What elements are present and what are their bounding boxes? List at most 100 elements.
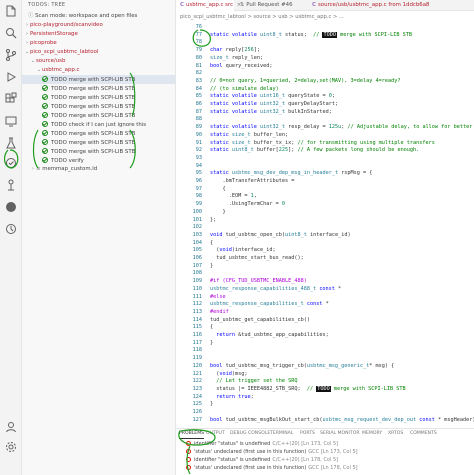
code-line[interactable]: { bbox=[210, 240, 213, 246]
testing-icon[interactable] bbox=[4, 136, 18, 150]
code-line[interactable]: } bbox=[210, 340, 213, 346]
code-line[interactable]: static volatile uint16_t queryState = 0; bbox=[210, 93, 335, 99]
timeline-icon[interactable] bbox=[4, 222, 18, 236]
extensions-icon[interactable] bbox=[4, 92, 18, 106]
todo-item[interactable]: TODO check if I can just ignore this bbox=[22, 120, 175, 129]
todo-item[interactable]: TODO verify bbox=[22, 156, 175, 165]
code-line[interactable]: static volatile uint8_t status; // TODO … bbox=[210, 31, 412, 38]
tree-item-file[interactable]: ⌄usbtmc_app.c bbox=[22, 66, 175, 75]
code-area[interactable]: 76 77 static volatile uint8_t status; // T… bbox=[176, 24, 474, 428]
error-icon bbox=[186, 457, 191, 462]
line-number: 77 bbox=[195, 31, 202, 38]
code-line[interactable]: .bmTransferAttributes = bbox=[210, 178, 294, 184]
line-number: 118 bbox=[192, 347, 202, 354]
code-line[interactable]: static volatile uint32_t resp_delay = 12… bbox=[210, 124, 474, 130]
branch-icon[interactable] bbox=[4, 178, 18, 192]
tab-ports[interactable]: PORTS bbox=[300, 429, 315, 439]
source-control-icon[interactable] bbox=[4, 48, 18, 62]
code-line[interactable]: } bbox=[210, 401, 213, 407]
code-line[interactable]: static volatile uint32_t queryDelayStart… bbox=[210, 101, 338, 107]
code-line[interactable]: (void)msg; bbox=[210, 371, 247, 377]
problem-item[interactable]: identifier "status" is undefined C/C++(20… bbox=[186, 456, 338, 464]
problem-item[interactable]: identifier "status" is undefined C/C++(20… bbox=[186, 440, 338, 448]
problem-item[interactable]: 'status' undeclared (first use in this f… bbox=[186, 448, 358, 456]
code-line[interactable]: static uint8_t buffer[225]; // A few pac… bbox=[210, 147, 419, 153]
code-line[interactable]: return true; bbox=[210, 394, 254, 400]
tab-problems[interactable]: PROBLEMS bbox=[179, 429, 205, 439]
breadcrumb[interactable]: pico_scpi_usbtmc_labtool > source > usb … bbox=[176, 12, 344, 22]
code-line[interactable]: // (to simulate delay) bbox=[210, 86, 279, 92]
code-line[interactable]: static size_t buffer_tx_ix; // for trans… bbox=[210, 140, 435, 146]
tree-item-folder[interactable]: › PersistentStorage bbox=[22, 30, 175, 39]
todo-tree-icon[interactable] bbox=[4, 156, 18, 170]
tree-item-folder[interactable]: ⌄pico_scpi_usbtmc_labtool bbox=[22, 48, 175, 57]
code-line[interactable]: size_t reply_len; bbox=[210, 55, 263, 61]
todo-tree-sidebar: TODOS: TREE ⓘ Scan mode: workspace and o… bbox=[22, 0, 176, 475]
code-line[interactable]: tud_usbtmc_start_bus_read(); bbox=[210, 255, 303, 261]
todo-item[interactable]: TODO merge with SCPI-LIB STB bbox=[22, 147, 175, 156]
accounts-icon[interactable] bbox=[4, 420, 18, 434]
tab-file-diff[interactable]: Csource/usb/usbtmc_app.c from 1ddcb6a8 bbox=[308, 0, 474, 11]
tab-usbtmc-app[interactable]: Cusbtmc_app.c src × bbox=[176, 0, 241, 11]
code-line[interactable]: (void)interface_id; bbox=[210, 247, 275, 253]
code-line[interactable]: void tud_usbtmc_open_cb(uint8_t interfac… bbox=[210, 232, 351, 238]
tree-item-scan-mode[interactable]: ⓘ Scan mode: workspace and open files bbox=[22, 12, 175, 21]
tab-memory[interactable]: MEMORY bbox=[362, 429, 382, 439]
todo-item[interactable]: TODO merge with SCPI-LIB STB bbox=[22, 75, 175, 84]
tree-item-folder[interactable]: › pico-playground/scanvideo bbox=[22, 21, 175, 30]
tab-output[interactable]: OUTPUT bbox=[206, 429, 225, 439]
todo-item[interactable]: TODO merge with SCPI-LIB STB bbox=[22, 111, 175, 120]
tab-xrtos[interactable]: XRTOS bbox=[388, 429, 403, 439]
code-line[interactable]: .EOM = 1, bbox=[210, 193, 257, 199]
code-line[interactable]: // 0=not query, 1=queried, 2=delay,set(M… bbox=[210, 78, 401, 84]
editor-tab-bar: Cusbtmc_app.c src × ⇅ Pull Request #46 C… bbox=[176, 0, 474, 11]
tree-item-file[interactable]: › ≡ memmap_custom.ld bbox=[22, 165, 175, 174]
code-line[interactable]: #else bbox=[210, 294, 226, 300]
code-line[interactable]: char reply[256]; bbox=[210, 47, 260, 53]
tab-pull-request[interactable]: ⇅ Pull Request #46 bbox=[236, 0, 306, 11]
code-line[interactable]: .UsingTermChar = 0 bbox=[210, 201, 285, 207]
tree-item-folder[interactable]: › picoprobe bbox=[22, 39, 175, 48]
code-line[interactable]: return &tud_usbtmc_app_capabilities; bbox=[210, 332, 328, 338]
todo-item[interactable]: TODO merge with SCPI-LIB STB bbox=[22, 129, 175, 138]
search-icon[interactable] bbox=[4, 26, 18, 40]
tab-debug-console[interactable]: DEBUG CONSOLE bbox=[230, 429, 270, 439]
code-line[interactable]: bool query_received; bbox=[210, 63, 272, 69]
tab-comments[interactable]: COMMENTS bbox=[410, 429, 437, 439]
code-line[interactable]: bool tud_usbtmc_msg_trigger_cb(usbtmc_ms… bbox=[210, 363, 394, 369]
tab-serial-monitor[interactable]: SERIAL MONITOR bbox=[320, 429, 360, 439]
explorer-icon[interactable] bbox=[4, 4, 18, 18]
tab-terminal[interactable]: TERMINAL bbox=[270, 429, 293, 439]
code-line[interactable]: static volatile uint32_t bulkInStarted; bbox=[210, 109, 332, 115]
todo-item[interactable]: TODO merge with SCPI-LIB STB bbox=[22, 93, 175, 102]
code-line[interactable]: { bbox=[210, 186, 225, 192]
remote-explorer-icon[interactable] bbox=[4, 114, 18, 128]
code-line[interactable]: #if (CFG_TUD_USBTMC_ENABLE_488) bbox=[210, 278, 307, 284]
line-number: 110 bbox=[192, 285, 202, 292]
code-line[interactable]: bool tud_usbtmc_msgBulkOut_start_cb(usbt… bbox=[210, 417, 474, 423]
code-line[interactable]: #endif bbox=[210, 309, 229, 315]
code-line[interactable]: usbtmc_response_capabilities_t const * bbox=[210, 301, 329, 307]
code-line[interactable]: static size_t buffer_len; bbox=[210, 132, 288, 138]
code-line[interactable]: } bbox=[210, 209, 225, 215]
code-line[interactable]: status |= IEEE4882_STB_SRQ; // TODO merg… bbox=[210, 385, 406, 392]
todo-item[interactable]: TODO merge with SCPI-LIB STB bbox=[22, 138, 175, 147]
line-number: 125 bbox=[192, 401, 202, 408]
code-line[interactable]: static usbtmc_msg_dev_dep_msg_in_header_… bbox=[210, 170, 372, 176]
code-line[interactable]: { bbox=[210, 324, 213, 330]
gear-icon[interactable] bbox=[4, 440, 18, 454]
code-line[interactable]: }; bbox=[210, 217, 216, 223]
run-debug-icon[interactable] bbox=[4, 70, 18, 84]
code-line[interactable]: tud_usbtmc_get_capabilities_cb() bbox=[210, 317, 310, 323]
line-number: 78 bbox=[195, 39, 202, 46]
check-circle-icon bbox=[42, 157, 48, 163]
code-line[interactable]: // Let trigger set the SRQ bbox=[210, 378, 297, 384]
github-icon[interactable] bbox=[4, 200, 18, 214]
code-line[interactable]: usbtmc_response_capabilities_488_t const… bbox=[210, 286, 341, 292]
line-number: 94 bbox=[195, 162, 202, 169]
code-line[interactable]: } bbox=[210, 263, 213, 269]
todo-item[interactable]: TODO merge with SCPI-LIB STB bbox=[22, 102, 175, 111]
problem-item[interactable]: 'status' undeclared (first use in this f… bbox=[186, 464, 358, 472]
todo-item[interactable]: TODO merge with SCPI-LIB STB bbox=[22, 84, 175, 93]
tree-item-folder[interactable]: ⌄source/usb bbox=[22, 57, 175, 66]
